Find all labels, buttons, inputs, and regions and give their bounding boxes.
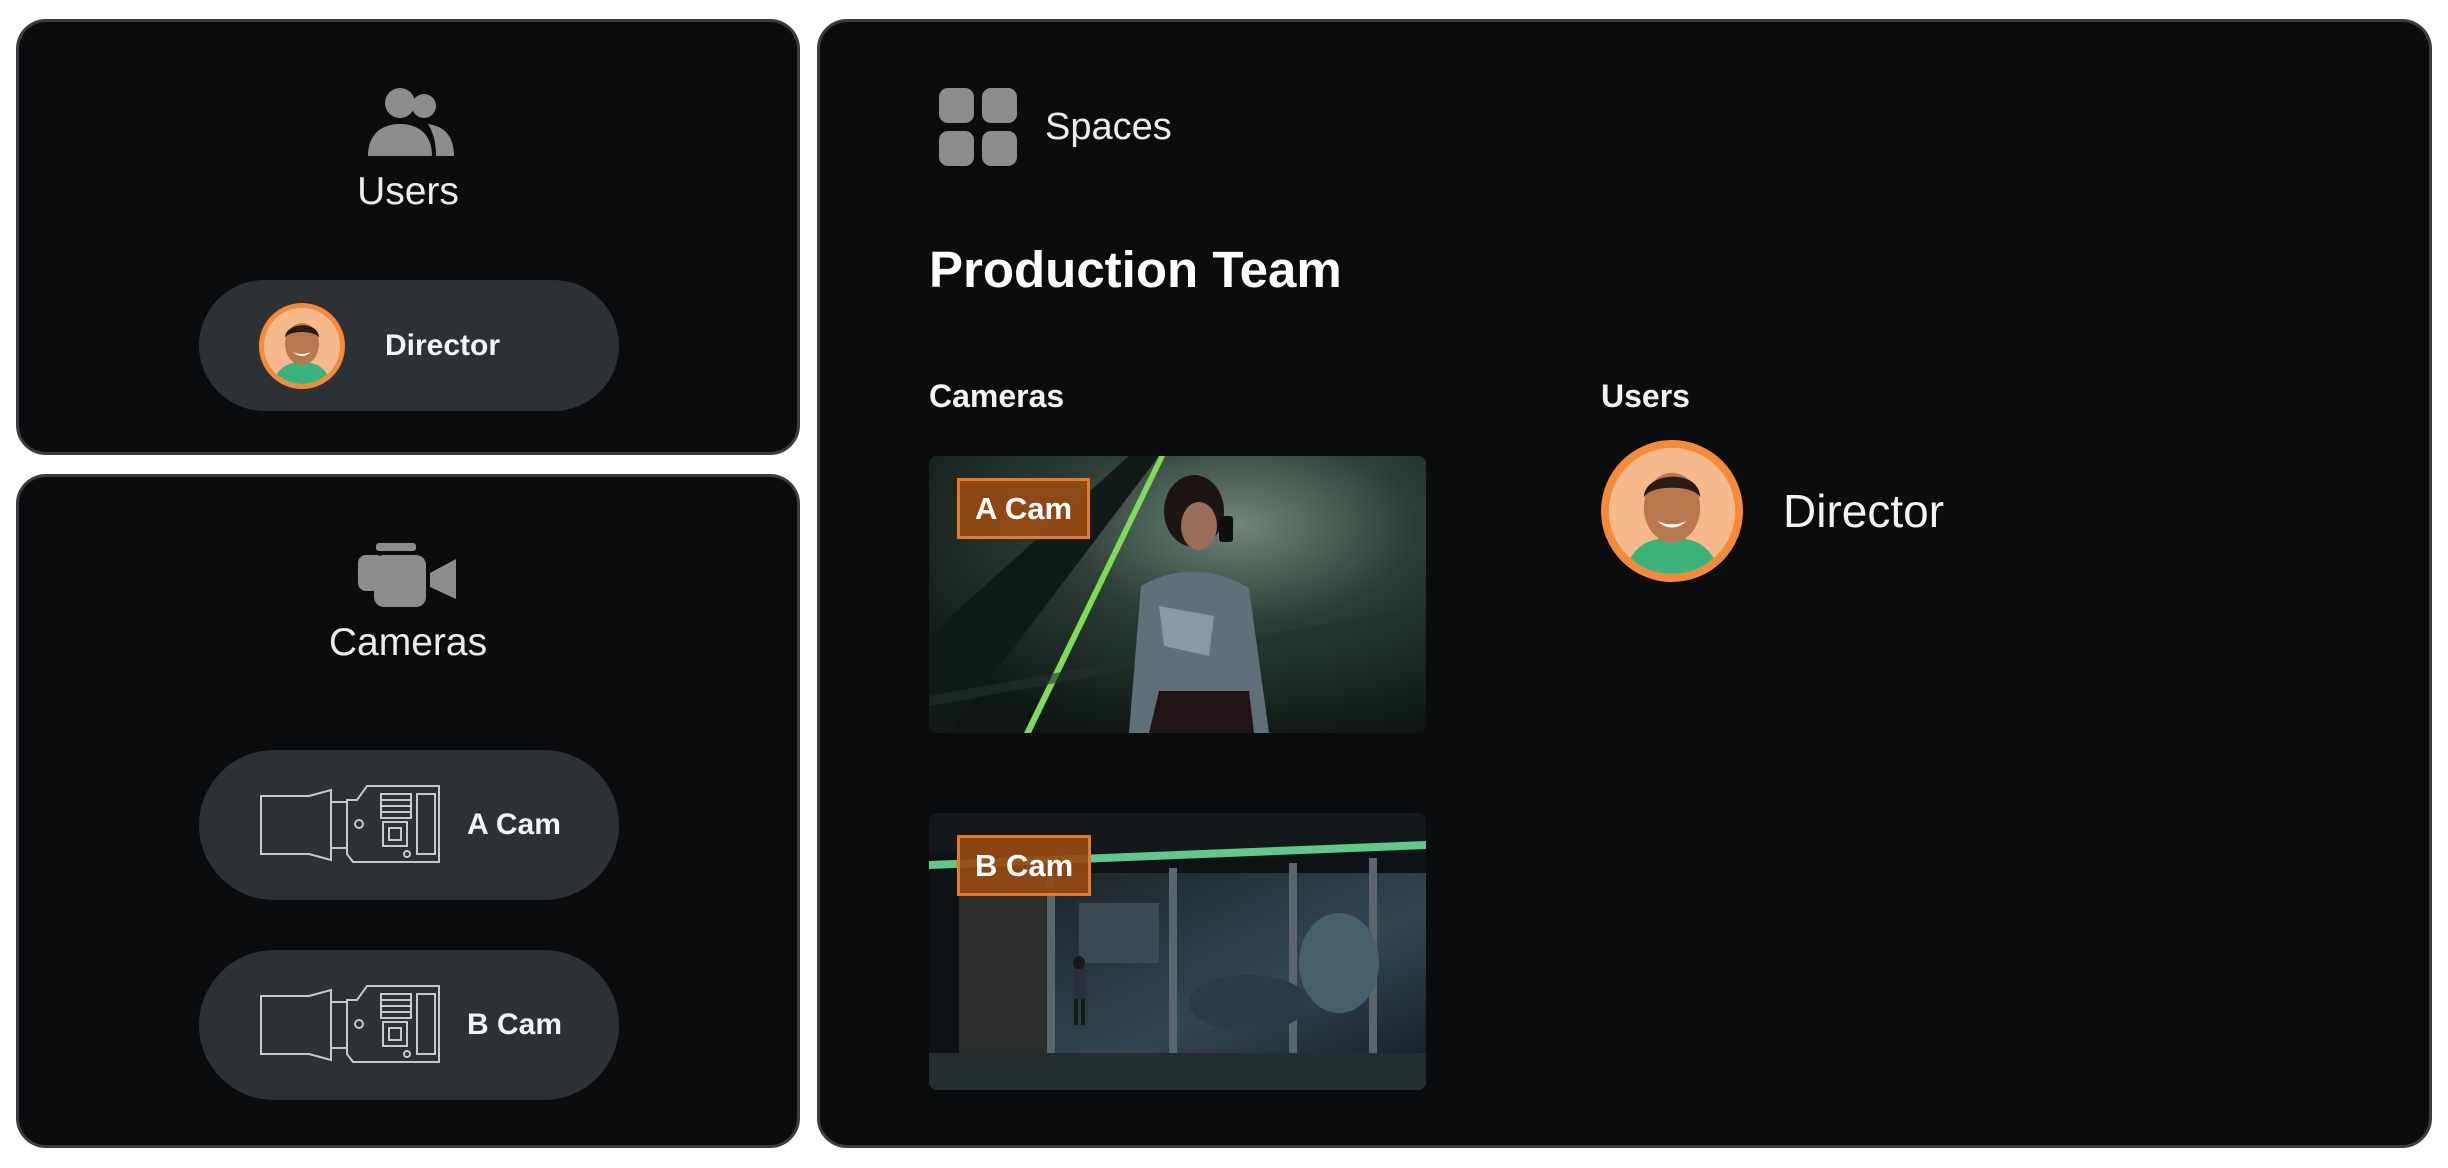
video-camera-icon — [358, 543, 456, 607]
avatar — [1601, 440, 1743, 582]
cinema-camera-icon — [260, 785, 440, 863]
spaces-panel: Spaces Production Team Cameras Users A C… — [817, 19, 2432, 1148]
camera-pill-label: B Cam — [467, 1008, 563, 1041]
spaces-title: Spaces — [1045, 105, 1172, 148]
user-pill-label: Director — [385, 328, 501, 362]
director-portrait-icon — [264, 307, 340, 384]
space-name: Production Team — [929, 241, 1342, 298]
users-section-label: Users — [1601, 378, 1690, 414]
camera-pill-label: A Cam — [467, 808, 561, 841]
spaces-header: Spaces — [939, 88, 1172, 166]
space-user-director[interactable]: Director — [1601, 440, 1944, 582]
users-panel-header: Users — [19, 86, 797, 214]
director-portrait-icon — [1609, 448, 1735, 574]
cinema-camera-icon — [260, 985, 440, 1063]
users-panel-title: Users — [357, 170, 459, 213]
camera-feed-a-cam[interactable]: A Cam — [929, 456, 1426, 733]
users-icon — [368, 88, 454, 156]
users-panel: Users Director — [16, 19, 800, 455]
camera-pill-b-cam[interactable]: B Cam — [199, 950, 619, 1100]
cameras-section-label: Cameras — [929, 378, 1065, 414]
camera-tag: A Cam — [957, 478, 1091, 539]
camera-tag: B Cam — [957, 835, 1092, 896]
camera-feed-b-cam[interactable]: B Cam — [929, 813, 1426, 1090]
cameras-panel-title: Cameras — [328, 621, 488, 664]
cameras-panel: Cameras A Cam B Cam — [16, 474, 800, 1148]
camera-pill-a-cam[interactable]: A Cam — [199, 750, 619, 900]
space-user-name: Director — [1783, 485, 1945, 537]
user-pill-director[interactable]: Director — [199, 280, 619, 411]
cameras-panel-header: Cameras — [19, 541, 797, 665]
grid-icon — [939, 88, 1017, 166]
avatar — [259, 302, 345, 389]
